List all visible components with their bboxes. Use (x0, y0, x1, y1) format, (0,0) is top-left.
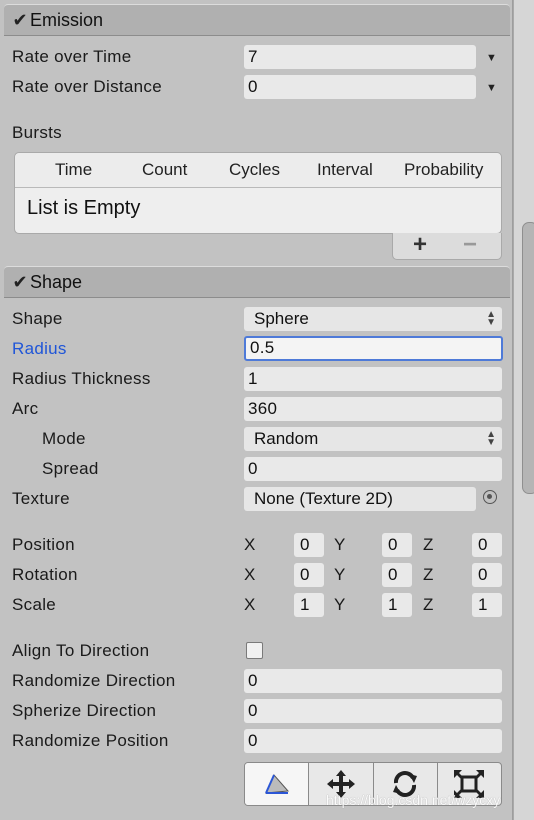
arc-label: Arc (12, 399, 39, 418)
rotation-x-label: X (244, 565, 256, 584)
watermark: https://blog.csdn.net/wzycxy (326, 792, 501, 808)
shape-dropdown-value: Sphere (254, 309, 309, 328)
position-label: Position (12, 535, 75, 554)
column-time[interactable]: Time (55, 160, 92, 180)
randomize-direction-field[interactable]: 0 (244, 669, 502, 693)
rotation-z-field[interactable]: 0 (472, 563, 502, 587)
emission-header[interactable]: ✔ Emission (4, 4, 510, 36)
curve-dropdown-icon[interactable]: ▼ (486, 52, 497, 64)
rate-over-distance-label: Rate over Distance (12, 77, 162, 96)
checkmark-icon[interactable]: ✔ (10, 272, 30, 293)
rate-over-time-label: Rate over Time (12, 47, 132, 66)
remove-burst-button[interactable]: − (463, 231, 477, 259)
column-count[interactable]: Count (142, 160, 187, 180)
randomize-position-label: Randomize Position (12, 731, 169, 750)
randomize-direction-label: Randomize Direction (12, 671, 176, 690)
mode-dropdown-value: Random (254, 429, 319, 448)
rotation-y-label: Y (334, 565, 346, 584)
texture-label: Texture (12, 489, 70, 508)
radius-field[interactable]: 0.5 (244, 336, 503, 361)
radius-thickness-field[interactable]: 1 (244, 367, 502, 391)
shape-header[interactable]: ✔ Shape (4, 266, 510, 298)
shape-title: Shape (30, 271, 83, 292)
shape-label: Shape (12, 309, 63, 328)
shape-dropdown[interactable]: Sphere ▲ ▼ (244, 307, 502, 331)
rate-over-time-field[interactable]: 7 (244, 45, 476, 69)
texture-field[interactable]: None (Texture 2D) (244, 487, 476, 511)
scale-y-field[interactable]: 1 (382, 593, 412, 617)
rotation-z-label: Z (423, 565, 434, 584)
radius-label: Radius (12, 339, 67, 358)
object-picker-icon[interactable] (483, 490, 497, 504)
bursts-header: Time Count Cycles Interval Probability (15, 153, 501, 188)
scale-x-field[interactable]: 1 (294, 593, 324, 617)
scrollbar-thumb[interactable] (522, 222, 534, 494)
bursts-label: Bursts (12, 123, 62, 142)
rotation-x-field[interactable]: 0 (294, 563, 324, 587)
mode-dropdown[interactable]: Random ▲ ▼ (244, 427, 502, 451)
position-z-label: Z (423, 535, 434, 554)
position-z-field[interactable]: 0 (472, 533, 502, 557)
rate-over-distance-field[interactable]: 0 (244, 75, 476, 99)
bursts-footer: + − (392, 231, 502, 260)
mode-label: Mode (42, 429, 86, 448)
position-y-field[interactable]: 0 (382, 533, 412, 557)
scale-y-label: Y (334, 595, 346, 614)
randomize-position-field[interactable]: 0 (244, 729, 502, 753)
rotation-y-field[interactable]: 0 (382, 563, 412, 587)
updown-arrow-icon: ▲ ▼ (486, 309, 496, 328)
radius-thickness-label: Radius Thickness (12, 369, 151, 388)
spread-label: Spread (42, 459, 99, 478)
align-to-direction-label: Align To Direction (12, 641, 150, 660)
position-y-label: Y (334, 535, 346, 554)
curve-dropdown-icon[interactable]: ▼ (486, 82, 497, 94)
column-probability[interactable]: Probability (404, 160, 483, 180)
spherize-direction-field[interactable]: 0 (244, 699, 502, 723)
arc-field[interactable]: 360 (244, 397, 502, 421)
edit-shape-button[interactable] (245, 763, 310, 805)
spherize-direction-label: Spherize Direction (12, 701, 157, 720)
emission-title: Emission (30, 9, 104, 30)
updown-arrow-icon: ▲ ▼ (486, 429, 496, 448)
align-to-direction-checkbox[interactable] (246, 642, 263, 659)
add-burst-button[interactable]: + (413, 231, 427, 259)
scale-x-label: X (244, 595, 256, 614)
position-x-field[interactable]: 0 (294, 533, 324, 557)
scale-label: Scale (12, 595, 57, 614)
edit-shape-icon (264, 774, 289, 794)
position-x-label: X (244, 535, 256, 554)
column-cycles[interactable]: Cycles (229, 160, 280, 180)
checkmark-icon[interactable]: ✔ (10, 10, 30, 31)
scale-z-field[interactable]: 1 (472, 593, 502, 617)
rotation-label: Rotation (12, 565, 78, 584)
column-interval[interactable]: Interval (317, 160, 373, 180)
list-empty-text: List is Empty (27, 197, 141, 219)
bursts-list: Time Count Cycles Interval Probability L… (14, 152, 502, 234)
spread-field[interactable]: 0 (244, 457, 502, 481)
scale-z-label: Z (423, 595, 434, 614)
